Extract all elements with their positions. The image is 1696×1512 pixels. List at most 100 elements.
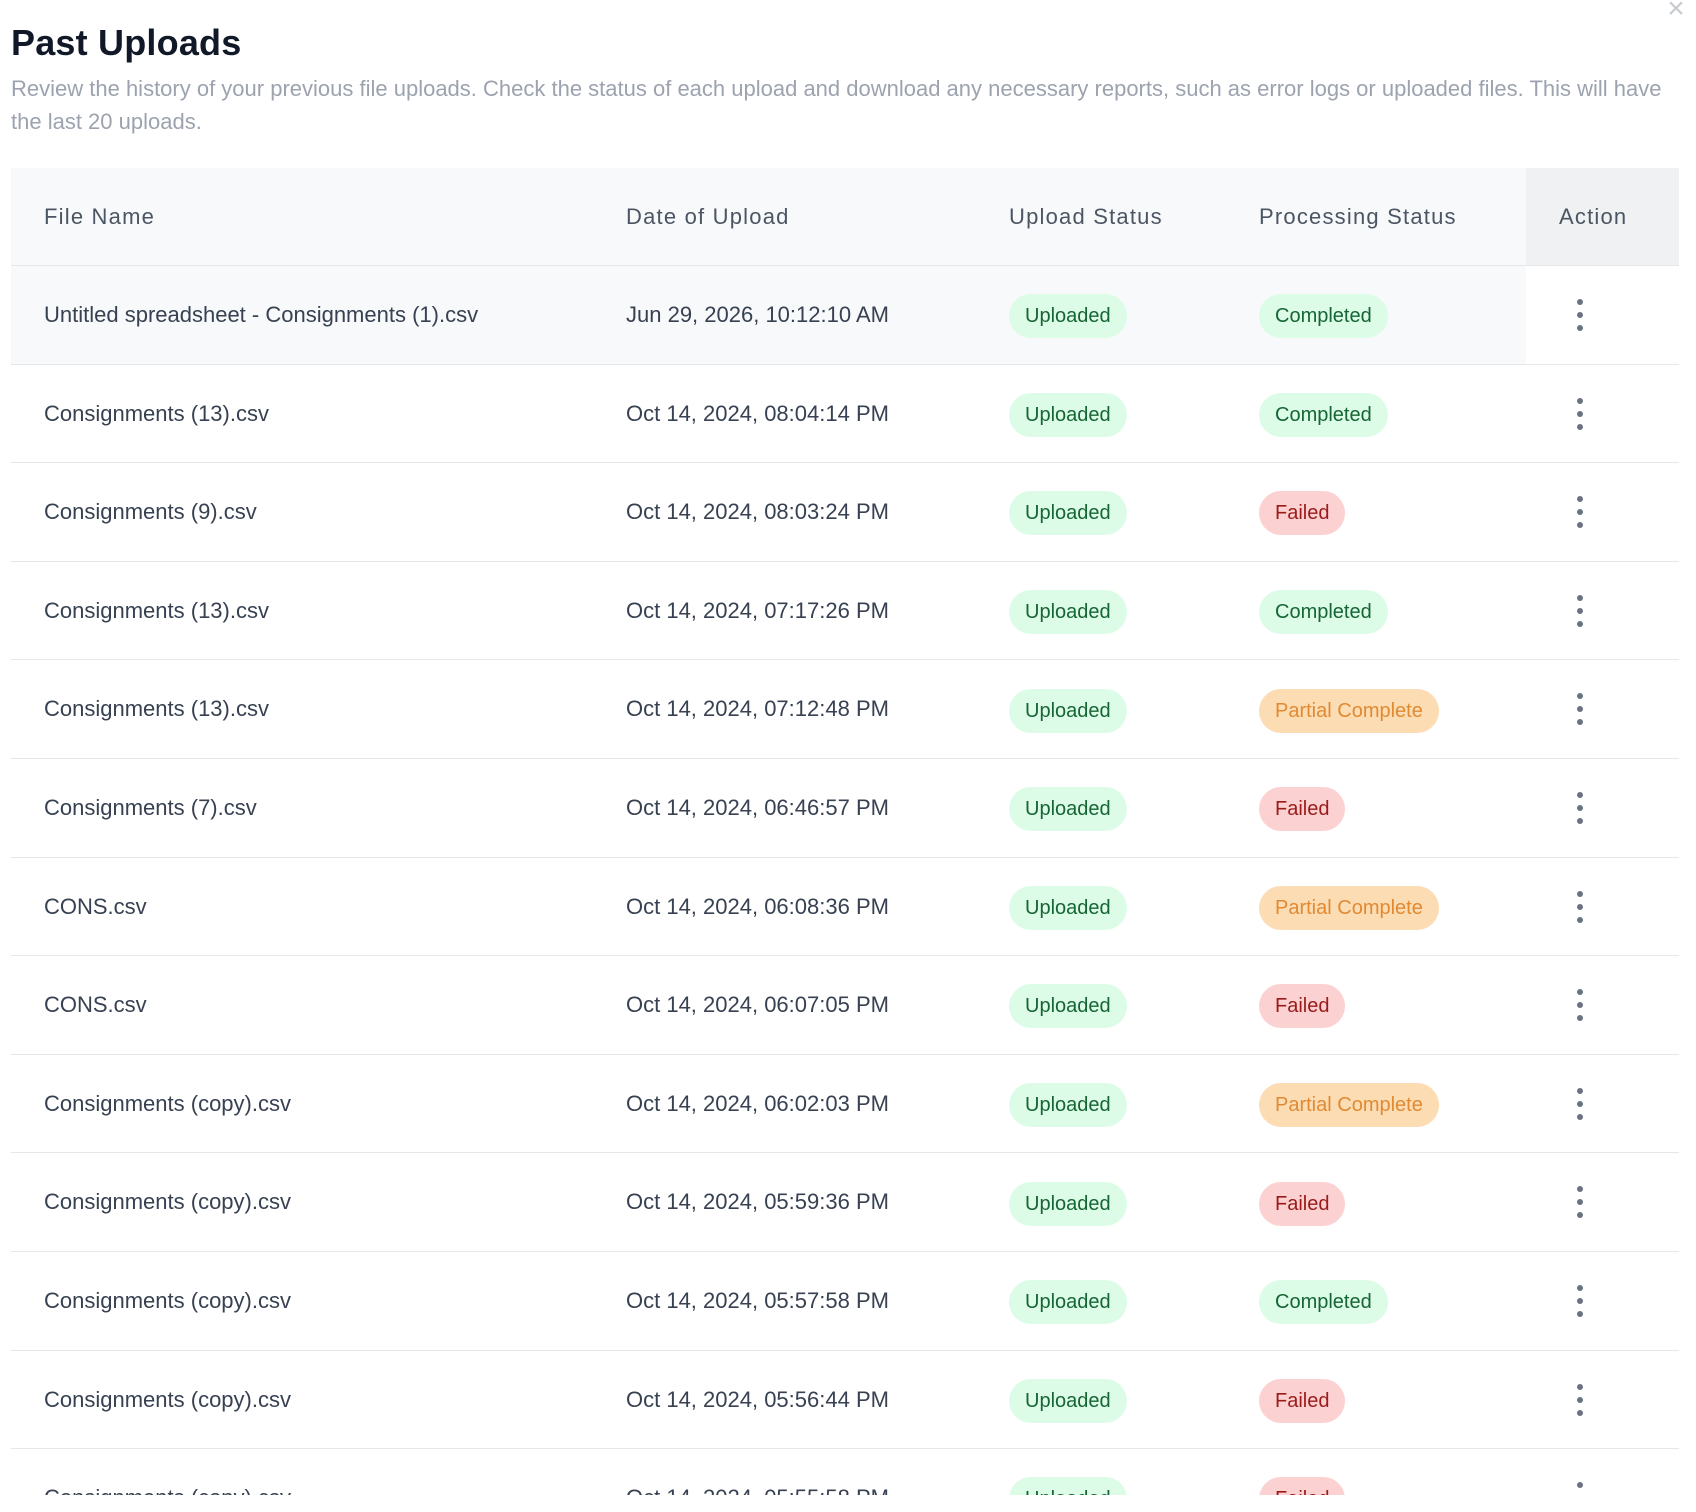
- upload-status-badge: Uploaded: [1009, 1378, 1127, 1423]
- upload-status-cell: Uploaded: [1009, 660, 1127, 758]
- upload-status-badge: Uploaded: [1009, 1082, 1127, 1127]
- processing-status-badge: Failed: [1259, 984, 1346, 1029]
- more-vertical-icon[interactable]: [1565, 989, 1595, 1022]
- table-row: Untitled spreadsheet - Consignments (1).…: [11, 266, 1679, 365]
- upload-status-badge: Uploaded: [1009, 885, 1127, 930]
- more-vertical-icon[interactable]: [1565, 1383, 1595, 1416]
- processing-status-cell: Failed: [1259, 463, 1346, 561]
- upload-status-badge: Uploaded: [1009, 392, 1127, 437]
- column-header-file-name: File Name: [44, 204, 156, 229]
- upload-status-cell: Uploaded: [1009, 956, 1127, 1054]
- processing-status-cell: Failed: [1259, 956, 1346, 1054]
- page-description: Review the history of your previous file…: [11, 76, 1662, 134]
- file-name-cell: Consignments (13).csv: [44, 696, 269, 722]
- action-cell: [1526, 463, 1679, 561]
- upload-date-cell: Oct 14, 2024, 06:07:05 PM: [626, 992, 889, 1018]
- processing-status-cell: Failed: [1259, 759, 1346, 857]
- column-header-processing-status: Processing Status: [1259, 204, 1457, 229]
- file-name-cell: Consignments (9).csv: [44, 499, 257, 525]
- processing-status-cell: Partial Complete: [1259, 660, 1439, 758]
- table-row: Consignments (13).csv Oct 14, 2024, 07:17…: [11, 561, 1679, 661]
- action-cell: [1526, 365, 1679, 463]
- more-vertical-icon[interactable]: [1565, 397, 1595, 430]
- upload-status-cell: Uploaded: [1009, 365, 1127, 463]
- upload-status-badge: Uploaded: [1009, 1477, 1127, 1495]
- upload-status-cell: Uploaded: [1009, 858, 1127, 956]
- upload-status-cell: Uploaded: [1009, 759, 1127, 857]
- column-header-upload-status: Upload Status: [1009, 204, 1163, 229]
- upload-status-badge: Uploaded: [1009, 984, 1127, 1029]
- more-vertical-icon[interactable]: [1565, 1482, 1595, 1495]
- action-cell: [1526, 660, 1679, 758]
- file-name-cell: CONS.csv: [44, 992, 147, 1018]
- upload-status-badge: Uploaded: [1009, 491, 1127, 536]
- processing-status-cell: Failed: [1259, 1449, 1346, 1495]
- more-vertical-icon[interactable]: [1565, 890, 1595, 923]
- processing-status-cell: Partial Complete: [1259, 1055, 1439, 1153]
- more-vertical-icon[interactable]: [1565, 496, 1595, 529]
- upload-date-cell: Oct 14, 2024, 08:03:24 PM: [626, 499, 889, 525]
- table-header: File Name Date of Upload Upload Status P…: [11, 168, 1679, 266]
- table-row: Consignments (9).csv Oct 14, 2024, 08:03:…: [11, 463, 1679, 562]
- table-row: Consignments (13).csv Oct 14, 2024, 08:04…: [11, 364, 1679, 464]
- file-name-cell: CONS.csv: [44, 893, 147, 919]
- table-row: Consignments (7).csv Oct 14, 2024, 06:46:…: [11, 758, 1679, 858]
- upload-date-cell: Oct 14, 2024, 07:17:26 PM: [626, 597, 889, 623]
- more-vertical-icon[interactable]: [1565, 594, 1595, 627]
- file-name-cell: Consignments (13).csv: [44, 597, 269, 623]
- file-name-cell: Consignments (13).csv: [44, 400, 269, 426]
- upload-date-cell: Oct 14, 2024, 05:59:36 PM: [626, 1189, 889, 1215]
- processing-status-badge: Completed: [1259, 392, 1388, 437]
- file-name-cell: Consignments (7).csv: [44, 794, 257, 820]
- processing-status-badge: Failed: [1259, 787, 1346, 832]
- more-vertical-icon[interactable]: [1565, 1087, 1595, 1120]
- upload-status-cell: Uploaded: [1009, 562, 1127, 660]
- action-cell: [1526, 1153, 1679, 1251]
- table-row: Consignments (copy).csv Oct 14, 2024, 05:…: [11, 1350, 1679, 1450]
- upload-status-cell: Uploaded: [1009, 1449, 1127, 1495]
- more-vertical-icon[interactable]: [1565, 791, 1595, 824]
- file-name-cell: Consignments (copy).csv: [44, 1386, 291, 1412]
- table-row: Consignments (copy).csv Oct 14, 2024, 05:…: [11, 1251, 1679, 1351]
- processing-status-cell: Completed: [1259, 266, 1388, 364]
- processing-status-badge: Failed: [1259, 1378, 1346, 1423]
- page-title: Past Uploads: [11, 22, 242, 63]
- upload-status-cell: Uploaded: [1009, 1055, 1127, 1153]
- processing-status-badge: Completed: [1259, 1280, 1388, 1325]
- upload-status-cell: Uploaded: [1009, 1351, 1127, 1449]
- action-cell: [1526, 1449, 1679, 1495]
- more-vertical-icon[interactable]: [1565, 693, 1595, 726]
- more-vertical-icon[interactable]: [1565, 1186, 1595, 1219]
- close-icon[interactable]: ×: [1656, 0, 1696, 24]
- table-row: CONS.csv Oct 14, 2024, 06:08:36 PM Uploade…: [11, 857, 1679, 957]
- upload-status-cell: Uploaded: [1009, 1153, 1127, 1251]
- processing-status-badge: Failed: [1259, 1181, 1346, 1226]
- upload-status-cell: Uploaded: [1009, 1252, 1127, 1350]
- processing-status-badge: Completed: [1259, 589, 1388, 634]
- upload-status-badge: Uploaded: [1009, 688, 1127, 733]
- processing-status-badge: Partial Complete: [1259, 688, 1439, 733]
- processing-status-cell: Failed: [1259, 1153, 1346, 1251]
- column-header-date: Date of Upload: [626, 204, 790, 229]
- processing-status-cell: Completed: [1259, 562, 1388, 660]
- upload-status-badge: Uploaded: [1009, 294, 1127, 339]
- action-cell: [1526, 1252, 1679, 1350]
- upload-date-cell: Oct 14, 2024, 08:04:14 PM: [626, 400, 889, 426]
- action-cell: [1526, 1055, 1679, 1153]
- processing-status-badge: Failed: [1259, 491, 1346, 536]
- upload-date-cell: Jun 29, 2026, 10:12:10 AM: [626, 302, 889, 327]
- table-row: Consignments (copy).csv Oct 14, 2024, 05:…: [11, 1449, 1679, 1495]
- more-vertical-icon[interactable]: [1565, 1284, 1595, 1317]
- upload-date-cell: Oct 14, 2024, 05:55:58 PM: [626, 1449, 889, 1495]
- table-row: Consignments (copy).csv Oct 14, 2024, 05:…: [11, 1153, 1679, 1252]
- processing-status-cell: Completed: [1259, 1252, 1388, 1350]
- past-uploads-modal: × Past Uploads Review the history of you…: [0, 0, 1696, 1512]
- upload-date-cell: Oct 14, 2024, 06:46:57 PM: [626, 794, 889, 820]
- column-header-action: Action: [1526, 168, 1679, 265]
- action-cell: [1526, 1351, 1679, 1449]
- table-row: Consignments (13).csv Oct 14, 2024, 07:12…: [11, 660, 1679, 759]
- upload-date-cell: Oct 14, 2024, 06:08:36 PM: [626, 893, 889, 919]
- upload-date-cell: Oct 14, 2024, 07:12:48 PM: [626, 696, 889, 722]
- action-cell: [1526, 562, 1679, 660]
- more-vertical-icon[interactable]: [1565, 299, 1595, 331]
